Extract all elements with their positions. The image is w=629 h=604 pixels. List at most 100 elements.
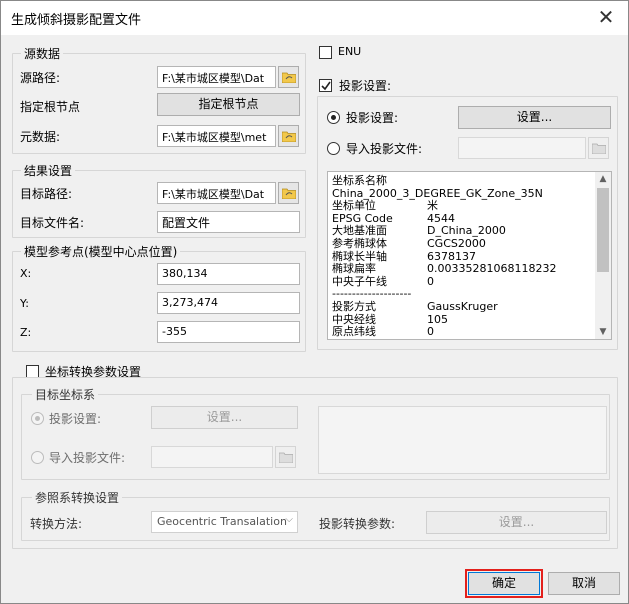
reference-transform-legend: 参照系转换设置 <box>32 489 123 506</box>
projection-import-radio[interactable] <box>327 142 340 155</box>
info-value: 4544 <box>427 211 455 225</box>
enu-label: ENU <box>338 45 362 58</box>
metadata-label: 元数据: <box>20 130 61 144</box>
close-icon[interactable]: ✕ <box>594 5 618 29</box>
cancel-button[interactable]: 取消 <box>548 572 620 595</box>
target-path-input[interactable]: F:\某市城区模型\Dat <box>157 182 276 204</box>
projection-info-row: 椭球扁率 0.00335281068118232 <box>332 263 602 275</box>
result-settings-legend: 结果设置 <box>21 162 76 179</box>
method-select[interactable]: Geocentric Transalation ⌵ <box>151 511 298 533</box>
dialog-window: 生成倾斜摄影配置文件 ✕ 源数据 源路径: F:\某市城区模型\Dat 指定根节… <box>0 0 629 604</box>
target-crs-legend: 目标坐标系 <box>32 386 99 403</box>
target-filename-label: 目标文件名: <box>20 216 85 230</box>
projection-set-label: 投影设置: <box>346 111 399 125</box>
projection-set-button[interactable]: 设置... <box>458 106 611 129</box>
x-input[interactable]: 380,134 <box>157 263 300 285</box>
source-path-input[interactable]: F:\某市城区模型\Dat <box>157 66 276 88</box>
projection-info-row: 原点纬线 0 <box>332 326 602 338</box>
info-key: 椭球扁率 <box>332 262 376 276</box>
window-title: 生成倾斜摄影配置文件 <box>11 13 142 28</box>
info-value: 0.00335281068118232 <box>427 262 557 276</box>
info-value: D_China_2000 <box>427 224 506 238</box>
method-value: Geocentric Transalation <box>157 515 287 528</box>
z-label: Z: <box>20 326 32 339</box>
info-key: 原点纬线 <box>332 325 376 339</box>
ok-button[interactable]: 确定 <box>468 572 540 595</box>
projection-info-row: -------------------- <box>332 288 602 300</box>
projection-info-row: 坐标单位 米 <box>332 200 602 212</box>
target-filename-input[interactable]: 配置文件 <box>157 211 300 233</box>
source-path-browse-button[interactable] <box>278 66 299 88</box>
transform-import-label: 导入投影文件: <box>49 451 126 465</box>
title-bar: 生成倾斜摄影配置文件 ✕ <box>1 1 628 35</box>
folder-icon <box>282 72 296 83</box>
projection-info-row: 中央子午线 0 <box>332 274 602 288</box>
x-label: X: <box>20 267 32 280</box>
projection-info-row: China_2000_3_DEGREE_GK_Zone_35N <box>332 186 602 200</box>
folder-icon <box>279 452 293 463</box>
info-key: 坐标系名称 <box>332 174 387 187</box>
transform-import-radio[interactable] <box>31 451 44 464</box>
info-value: CGCS2000 <box>427 237 486 250</box>
projection-info-row: EPSG Code 4544 <box>332 211 602 225</box>
projection-info-row: 参考椭球体 CGCS2000 <box>332 238 602 250</box>
projection-info-row: 投影方式 GaussKruger <box>332 301 602 313</box>
info-key: 坐标单位 <box>332 199 376 213</box>
model-reference-legend: 模型参考点(模型中心点位置) <box>21 243 181 260</box>
info-key: -------------------- <box>332 287 412 301</box>
transform-info-list[interactable] <box>318 406 607 474</box>
chevron-down-icon: ⌵ <box>285 514 293 525</box>
target-path-label: 目标路径: <box>20 187 73 201</box>
info-key: 投影方式 <box>332 300 376 313</box>
check-icon <box>321 81 331 91</box>
projection-import-browse-button[interactable] <box>588 137 609 159</box>
projection-info-row: 中央经线 105 <box>332 312 602 326</box>
metadata-input[interactable]: F:\某市城区模型\met <box>157 125 276 147</box>
info-key: 参考椭球体 <box>332 237 387 250</box>
info-key: 大地基准面 <box>332 224 387 238</box>
transform-set-button[interactable]: 设置... <box>151 406 298 429</box>
projection-param-label: 投影转换参数: <box>319 517 396 531</box>
projection-param-button[interactable]: 设置... <box>426 511 607 534</box>
info-key: 椭球长半轴 <box>332 249 387 263</box>
scrollbar-thumb[interactable] <box>597 188 609 272</box>
info-value: 0 <box>427 274 434 288</box>
folder-icon <box>282 131 296 142</box>
transform-import-input[interactable] <box>151 446 273 468</box>
projection-info-list[interactable]: 坐标系名称 China_2000_3_DEGREE_GK_Zone_35N 坐标单位… <box>327 171 612 340</box>
info-key: 中央经线 <box>332 312 376 326</box>
info-key: 中央子午线 <box>332 274 387 288</box>
source-path-label: 源路径: <box>20 71 61 85</box>
folder-icon <box>282 188 296 199</box>
metadata-browse-button[interactable] <box>278 125 299 147</box>
projection-info-row: 坐标系名称 <box>332 175 602 187</box>
projection-checkbox[interactable] <box>319 79 332 92</box>
y-input[interactable]: 3,273,474 <box>157 292 300 314</box>
projection-set-radio[interactable] <box>327 111 340 124</box>
projection-info-row: 大地基准面 D_China_2000 <box>332 225 602 237</box>
info-key: China_2000_3_DEGREE_GK_Zone_35N <box>332 186 543 200</box>
scroll-up-icon[interactable]: ▲ <box>595 172 611 186</box>
info-value: GaussKruger <box>427 300 498 313</box>
target-path-browse-button[interactable] <box>278 182 299 204</box>
scroll-down-icon[interactable]: ▼ <box>595 325 611 339</box>
method-label: 转换方法: <box>30 517 83 531</box>
enu-checkbox[interactable] <box>319 46 332 59</box>
projection-info-scrollbar[interactable]: ▲ ▼ <box>595 172 611 339</box>
y-label: Y: <box>20 297 29 310</box>
transform-import-browse-button[interactable] <box>275 446 296 468</box>
transform-set-radio[interactable] <box>31 412 44 425</box>
info-value: 105 <box>427 312 448 326</box>
z-input[interactable]: -355 <box>157 321 300 343</box>
projection-import-label: 导入投影文件: <box>346 142 423 156</box>
root-node-label: 指定根节点 <box>20 100 81 114</box>
source-data-legend: 源数据 <box>21 45 64 62</box>
projection-label: 投影设置: <box>339 79 392 93</box>
transform-set-label: 投影设置: <box>49 412 102 426</box>
projection-info-row: 椭球长半轴 6378137 <box>332 249 602 263</box>
info-key: EPSG Code <box>332 211 393 225</box>
projection-import-input[interactable] <box>458 137 586 159</box>
info-value: 6378137 <box>427 249 476 263</box>
root-node-button[interactable]: 指定根节点 <box>157 93 300 116</box>
folder-icon <box>592 143 606 154</box>
